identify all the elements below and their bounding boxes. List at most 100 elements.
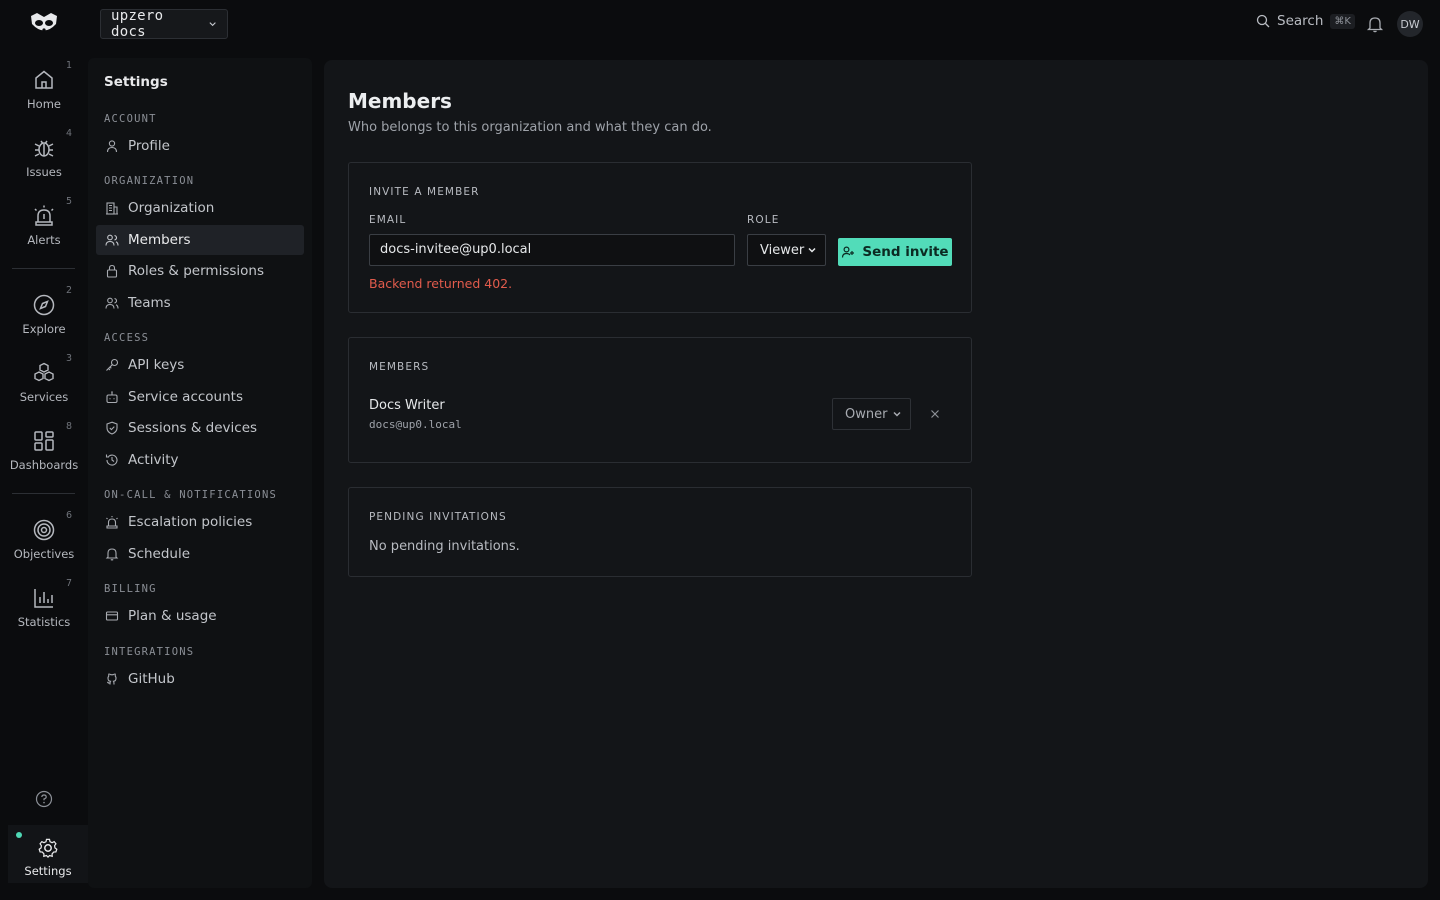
help-icon[interactable] bbox=[35, 790, 53, 808]
role-select[interactable]: Viewer bbox=[747, 234, 826, 266]
invite-card: INVITE A MEMBER EMAIL ROLE docs-invitee@… bbox=[348, 162, 972, 313]
rail-label: Alerts bbox=[27, 233, 61, 247]
bell-icon bbox=[105, 548, 119, 561]
sidebar-item-label: Roles & permissions bbox=[128, 263, 264, 279]
sidebar-item-label: Organization bbox=[128, 200, 215, 216]
gear-icon bbox=[38, 838, 58, 859]
top-bar: upzero docs Search ⌘K DW bbox=[0, 0, 1440, 48]
org-switcher[interactable]: upzero docs bbox=[100, 8, 228, 40]
lock-icon bbox=[106, 264, 118, 278]
rail-label: Settings bbox=[24, 864, 72, 878]
send-invite-label: Send invite bbox=[862, 244, 949, 260]
sidebar-item-label: Profile bbox=[128, 138, 170, 154]
boxes-icon bbox=[34, 362, 54, 382]
sidebar-item-github[interactable]: GitHub bbox=[96, 664, 304, 694]
pending-empty-text: No pending invitations. bbox=[369, 539, 520, 554]
member-email: docs@up0.local bbox=[369, 418, 462, 431]
sidebar-item-label: GitHub bbox=[128, 671, 175, 687]
bot-icon bbox=[106, 391, 118, 404]
sidebar-item-service-accounts[interactable]: Service accounts bbox=[96, 382, 304, 412]
search-label: Search bbox=[1277, 13, 1324, 29]
chevron-down-icon bbox=[209, 22, 216, 27]
email-input[interactable]: docs-invitee@up0.local bbox=[369, 234, 735, 266]
grid-icon bbox=[34, 431, 54, 451]
siren-icon bbox=[34, 205, 54, 226]
home-icon bbox=[35, 70, 53, 89]
pending-invitations-card: PENDING INVITATIONS No pending invitatio… bbox=[348, 487, 972, 577]
sidebar-item-roles[interactable]: Roles & permissions bbox=[96, 256, 304, 286]
rail-divider bbox=[12, 493, 75, 494]
raccoon-logo-icon[interactable] bbox=[28, 10, 60, 38]
rail-shortcut-number: 6 bbox=[65, 510, 72, 521]
sidebar-item-sessions[interactable]: Sessions & devices bbox=[96, 413, 304, 443]
rail-label: Issues bbox=[26, 165, 62, 179]
sidebar-item-members[interactable]: Members bbox=[96, 225, 304, 255]
member-role-select[interactable]: Owner bbox=[832, 398, 911, 430]
search-button[interactable]: Search ⌘K bbox=[1256, 13, 1355, 29]
sidebar-item-schedule[interactable]: Schedule bbox=[96, 539, 304, 569]
sidebar-item-api-keys[interactable]: API keys bbox=[96, 350, 304, 380]
page-subtitle: Who belongs to this organization and wha… bbox=[348, 120, 712, 135]
rail-item-dashboards[interactable]: Dashboards 8 bbox=[10, 419, 78, 479]
rail-label: Objectives bbox=[13, 547, 75, 561]
sidebar-item-label: Teams bbox=[128, 295, 171, 311]
role-label: ROLE bbox=[747, 214, 780, 226]
rail-divider bbox=[12, 268, 75, 269]
sidebar-item-label: Schedule bbox=[128, 546, 191, 562]
bell-icon[interactable] bbox=[1366, 15, 1384, 33]
rail-item-services[interactable]: Services 3 bbox=[10, 351, 78, 411]
bar-chart-icon bbox=[34, 589, 53, 608]
target-icon bbox=[33, 519, 55, 541]
rail-label: Dashboards bbox=[9, 458, 79, 472]
shield-icon bbox=[106, 421, 118, 435]
send-invite-button[interactable]: Send invite bbox=[838, 238, 952, 266]
rail-label: Home bbox=[27, 97, 61, 111]
credit-card-icon bbox=[105, 611, 119, 621]
sidebar-title: Settings bbox=[104, 74, 168, 90]
rail-item-issues[interactable]: Issues 4 bbox=[10, 126, 78, 186]
sidebar-item-escalation[interactable]: Escalation policies bbox=[96, 507, 304, 537]
rail-item-objectives[interactable]: Objectives 6 bbox=[10, 508, 78, 568]
sidebar-item-label: Activity bbox=[128, 452, 179, 468]
sidebar-group-organization: ORGANIZATION bbox=[104, 175, 195, 187]
rail-item-explore[interactable]: Explore 2 bbox=[10, 283, 78, 343]
history-icon bbox=[105, 454, 118, 466]
compass-icon bbox=[33, 294, 55, 316]
rail-shortcut-number: 5 bbox=[65, 196, 72, 207]
bug-icon bbox=[34, 140, 54, 157]
members-heading: MEMBERS bbox=[369, 361, 430, 373]
avatar[interactable]: DW bbox=[1397, 11, 1423, 37]
settings-sidebar: Settings ACCOUNT Profile ORGANIZATION Or… bbox=[88, 58, 312, 888]
sidebar-group-billing: BILLING bbox=[104, 583, 157, 595]
user-plus-icon bbox=[842, 246, 855, 258]
key-icon bbox=[106, 358, 119, 371]
team-icon bbox=[105, 297, 119, 309]
member-name: Docs Writer bbox=[369, 398, 445, 413]
rail-shortcut-number: 1 bbox=[65, 60, 72, 71]
sidebar-group-integrations: INTEGRATIONS bbox=[104, 646, 195, 658]
sidebar-item-label: Sessions & devices bbox=[128, 420, 258, 436]
close-icon[interactable] bbox=[928, 407, 942, 421]
org-name: upzero docs bbox=[111, 8, 164, 40]
sidebar-item-profile[interactable]: Profile bbox=[96, 131, 304, 161]
rail-item-statistics[interactable]: Statistics 7 bbox=[10, 576, 78, 636]
chevron-down-icon bbox=[893, 411, 901, 417]
rail-shortcut-number: 4 bbox=[65, 128, 72, 139]
sidebar-item-plan[interactable]: Plan & usage bbox=[96, 601, 304, 631]
users-icon bbox=[105, 234, 119, 246]
search-shortcut: ⌘K bbox=[1330, 13, 1355, 29]
sidebar-item-label: Plan & usage bbox=[128, 608, 217, 624]
sidebar-item-label: Members bbox=[128, 232, 191, 248]
rail-item-home[interactable]: Home 1 bbox=[10, 58, 78, 118]
rail-item-alerts[interactable]: Alerts 5 bbox=[10, 194, 78, 254]
rail-label: Statistics bbox=[17, 615, 71, 629]
github-icon bbox=[106, 673, 117, 685]
email-label: EMAIL bbox=[369, 214, 407, 226]
rail-shortcut-number: 2 bbox=[65, 285, 72, 296]
sidebar-group-access: ACCESS bbox=[104, 332, 150, 344]
sidebar-item-activity[interactable]: Activity bbox=[96, 445, 304, 475]
rail-shortcut-number: 3 bbox=[65, 353, 72, 364]
sidebar-item-teams[interactable]: Teams bbox=[96, 288, 304, 318]
member-role-value: Owner bbox=[845, 406, 888, 422]
sidebar-item-organization[interactable]: Organization bbox=[96, 193, 304, 223]
